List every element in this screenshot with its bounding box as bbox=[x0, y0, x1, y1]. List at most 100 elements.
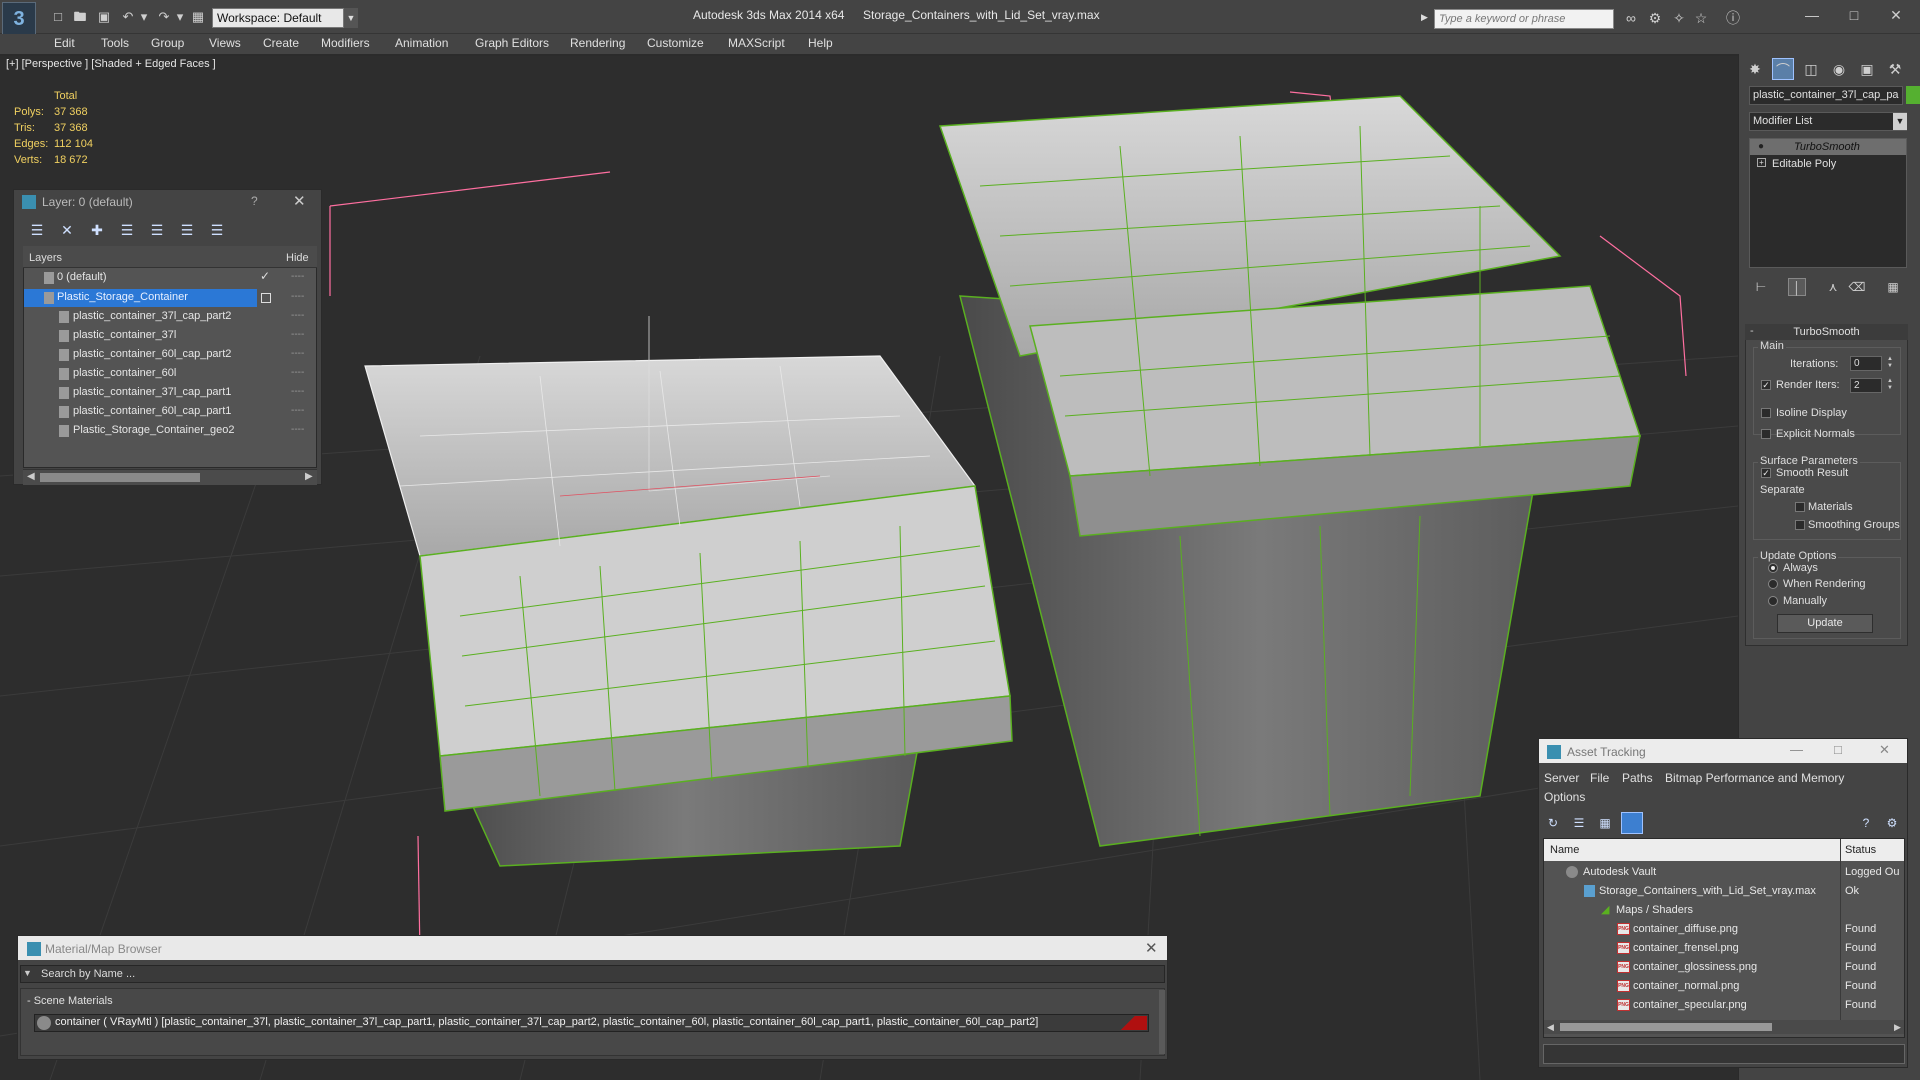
asset-row[interactable]: Storage_Containers_with_Lid_Set_vray.max bbox=[1599, 885, 1816, 904]
make-unique-icon[interactable]: ⋏ bbox=[1824, 278, 1842, 296]
scroll-left-icon[interactable]: ◀ bbox=[27, 471, 35, 482]
highlight-layer-icon[interactable]: ☰ bbox=[178, 221, 196, 239]
binoculars-icon[interactable]: ∞ bbox=[1622, 9, 1640, 27]
app-menu-button[interactable]: 3 bbox=[2, 2, 36, 36]
render-iters-checkbox[interactable]: ✓ bbox=[1761, 380, 1771, 390]
material-search-input[interactable] bbox=[20, 965, 1165, 983]
thumbnail-view-icon[interactable]: ▦ bbox=[1596, 814, 1614, 832]
separate-materials-checkbox[interactable] bbox=[1795, 502, 1805, 512]
lightbulb-icon[interactable]: ● bbox=[1758, 141, 1764, 152]
asset-row[interactable]: Maps / Shaders bbox=[1616, 904, 1693, 923]
spinner-arrows-icon[interactable]: ▲ ▼ bbox=[1886, 378, 1894, 393]
iterations-spinner[interactable]: 0 bbox=[1850, 356, 1882, 371]
help-icon[interactable]: ⓘ bbox=[1724, 9, 1742, 27]
layer-row[interactable]: plastic_container_60l ---- bbox=[24, 365, 316, 384]
viewport-label[interactable]: [+] [Perspective ] [Shaded + Edged Faces… bbox=[6, 58, 216, 70]
open-file-icon[interactable]: 🖿 bbox=[72, 9, 88, 25]
subscription-icon[interactable]: ⚙ bbox=[1646, 9, 1664, 27]
hide-column-header[interactable]: Hide bbox=[286, 252, 309, 264]
minimize-icon[interactable]: — bbox=[1790, 742, 1803, 757]
active-layer-check-icon[interactable]: ✓ bbox=[260, 269, 270, 283]
hide-toggle[interactable]: ---- bbox=[291, 367, 304, 378]
menu-modifiers[interactable]: Modifiers bbox=[321, 36, 370, 50]
hide-toggle[interactable]: ---- bbox=[291, 271, 304, 282]
stack-item-editable-poly[interactable]: Editable Poly bbox=[1750, 156, 1906, 172]
menu-create[interactable]: Create bbox=[263, 36, 299, 50]
collapse-icon[interactable]: - bbox=[1750, 325, 1754, 337]
scrollbar-thumb[interactable] bbox=[1560, 1023, 1772, 1031]
minimize-icon[interactable]: — bbox=[1792, 4, 1832, 26]
layer-row[interactable]: plastic_container_60l_cap_part2 ---- bbox=[24, 346, 316, 365]
material-vertical-scrollbar[interactable] bbox=[1159, 990, 1165, 1054]
close-icon[interactable]: ✕ bbox=[1876, 4, 1916, 26]
remove-modifier-icon[interactable]: ⌫ bbox=[1848, 278, 1866, 296]
menu-views[interactable]: Views bbox=[209, 36, 241, 50]
current-layer-box-icon[interactable] bbox=[261, 293, 271, 303]
menu-maxscript[interactable]: MAXScript bbox=[728, 36, 785, 50]
undo-dropdown-icon[interactable]: ▾ bbox=[136, 9, 152, 25]
menu-file[interactable]: File bbox=[1590, 771, 1609, 785]
name-column-header[interactable]: Name bbox=[1550, 844, 1579, 856]
hide-toggle[interactable]: ---- bbox=[291, 424, 304, 435]
menu-paths[interactable]: Paths bbox=[1622, 771, 1653, 785]
scroll-left-icon[interactable]: ◀ bbox=[1547, 1022, 1554, 1033]
browser-options-icon[interactable]: ▼ bbox=[23, 968, 32, 978]
create-layer-icon[interactable]: ✚ bbox=[88, 221, 106, 239]
hide-toggle[interactable]: ---- bbox=[291, 348, 304, 359]
close-icon[interactable]: ✕ bbox=[293, 192, 306, 210]
asset-row[interactable]: container_frensel.png bbox=[1633, 942, 1739, 961]
menu-bitmap-performance[interactable]: Bitmap Performance and Memory bbox=[1665, 771, 1844, 785]
search-expand-icon[interactable]: ▶ bbox=[1421, 12, 1428, 23]
close-icon[interactable]: ✕ bbox=[1879, 742, 1890, 758]
asset-path-field[interactable] bbox=[1543, 1044, 1905, 1064]
smooth-result-checkbox[interactable]: ✓ bbox=[1761, 468, 1771, 478]
layer-row[interactable]: Plastic_Storage_Container ---- bbox=[24, 289, 316, 308]
hide-all-layers-icon[interactable]: ☰ bbox=[208, 221, 226, 239]
scrollbar-thumb[interactable] bbox=[40, 473, 200, 482]
maximize-icon[interactable]: □ bbox=[1834, 4, 1874, 26]
undo-icon[interactable]: ↶ bbox=[120, 9, 136, 25]
chevron-down-icon[interactable]: ▼ bbox=[1893, 113, 1907, 130]
project-folder-icon[interactable]: ▦ bbox=[190, 9, 206, 25]
favorites-star-icon[interactable]: ☆ bbox=[1692, 9, 1710, 27]
stack-item-turbosmooth[interactable]: TurboSmooth bbox=[1750, 139, 1906, 155]
menu-options[interactable]: Options bbox=[1544, 790, 1585, 804]
hide-toggle[interactable]: ---- bbox=[291, 329, 304, 340]
redo-icon[interactable]: ↷ bbox=[156, 9, 172, 25]
menu-graph-editors[interactable]: Graph Editors bbox=[475, 36, 549, 50]
smoothing-groups-checkbox[interactable] bbox=[1795, 520, 1805, 530]
close-icon[interactable]: ✕ bbox=[1145, 939, 1158, 957]
communication-icon[interactable]: ✧ bbox=[1670, 9, 1688, 27]
isoline-display-checkbox[interactable] bbox=[1761, 408, 1771, 418]
help-button[interactable]: ? bbox=[251, 194, 258, 208]
hide-toggle[interactable]: ---- bbox=[291, 386, 304, 397]
hide-toggle[interactable]: ---- bbox=[291, 405, 304, 416]
help-icon[interactable]: ? bbox=[1857, 814, 1875, 832]
update-button[interactable]: Update bbox=[1777, 614, 1873, 633]
modifier-list-dropdown[interactable]: Modifier List bbox=[1749, 112, 1907, 131]
asset-row[interactable]: container_diffuse.png bbox=[1633, 923, 1738, 942]
layer-row[interactable]: plastic_container_60l_cap_part1 ---- bbox=[24, 403, 316, 422]
menu-customize[interactable]: Customize bbox=[647, 36, 704, 50]
layers-column-header[interactable]: Layers bbox=[29, 252, 62, 264]
menu-animation[interactable]: Animation bbox=[395, 36, 448, 50]
asset-row[interactable]: container_specular.png bbox=[1633, 999, 1747, 1018]
layer-row[interactable]: plastic_container_37l_cap_part1 ---- bbox=[24, 384, 316, 403]
table-view-icon[interactable] bbox=[1621, 812, 1643, 834]
scene-materials-group[interactable]: - Scene Materials bbox=[27, 995, 113, 1007]
hierarchy-tab-icon[interactable]: ◫ bbox=[1800, 58, 1822, 80]
menu-rendering[interactable]: Rendering bbox=[570, 36, 625, 50]
select-layer-objects-icon[interactable]: ☰ bbox=[148, 221, 166, 239]
always-radio[interactable] bbox=[1768, 563, 1778, 573]
list-view-icon[interactable]: ☰ bbox=[1570, 814, 1588, 832]
refresh-icon[interactable]: ↻ bbox=[1544, 814, 1562, 832]
menu-edit[interactable]: Edit bbox=[54, 36, 75, 50]
manually-radio[interactable] bbox=[1768, 596, 1778, 606]
object-color-swatch[interactable] bbox=[1906, 86, 1920, 104]
motion-tab-icon[interactable]: ◉ bbox=[1828, 58, 1850, 80]
create-tab-icon[interactable]: ✸ bbox=[1744, 58, 1766, 80]
object-name-field[interactable]: plastic_container_37l_cap_pa bbox=[1749, 86, 1903, 105]
keyword-search-input[interactable]: Type a keyword or phrase bbox=[1434, 9, 1614, 29]
workspace-select[interactable]: Workspace: Default bbox=[212, 8, 344, 28]
add-to-layer-icon[interactable]: ☰ bbox=[118, 221, 136, 239]
